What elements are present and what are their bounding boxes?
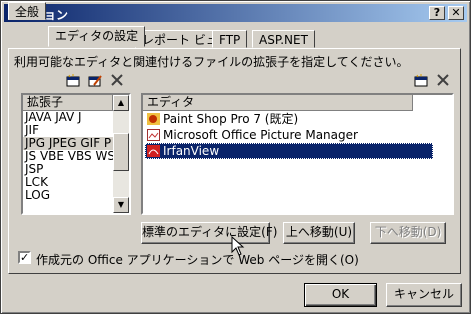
scroll-thumb[interactable] xyxy=(113,133,129,171)
editor-item-picture-manager[interactable]: Microsoft Office Picture Manager xyxy=(145,127,433,143)
description-text: 利用可能なエディタと関連付けるファイルの拡張子を指定してください。 xyxy=(14,55,409,69)
open-web-page-label[interactable]: 作成元の Office アプリケーションで Web ページを開く(O) xyxy=(36,251,359,268)
paint-shop-pro-icon xyxy=(147,113,160,125)
irfanview-icon xyxy=(147,145,160,157)
move-up-button[interactable]: 上へ移動(U) xyxy=(283,222,355,244)
editor-item-irfanview[interactable]: IrfanView xyxy=(145,143,433,159)
tab-editor-settings[interactable]: エディタの設定 xyxy=(48,26,146,47)
open-web-page-checkbox[interactable]: ✓ xyxy=(18,251,31,264)
editor-item-paint-shop-pro[interactable]: Paint Shop Pro 7 (既定) xyxy=(145,111,433,127)
ok-button[interactable]: OK xyxy=(304,283,377,307)
cancel-button[interactable]: キャンセル xyxy=(386,283,462,307)
editor-label: Microsoft Office Picture Manager xyxy=(163,128,358,142)
scroll-up-arrow-icon[interactable]: ▲ xyxy=(113,95,129,111)
delete-editor-icon[interactable] xyxy=(434,72,452,88)
tab-aspnet[interactable]: ASP.NET xyxy=(252,30,315,48)
delete-icon[interactable] xyxy=(108,72,126,88)
extensions-items: JAVA JAV J JIF JPG JPEG GIF P JS VBE VBS… xyxy=(23,111,115,202)
tab-general[interactable]: 全般 xyxy=(8,2,47,20)
new-icon[interactable] xyxy=(64,72,82,88)
tab-ftp[interactable]: FTP xyxy=(212,30,248,48)
list-item[interactable]: LOG xyxy=(23,189,113,202)
move-down-button[interactable]: 下へ移動(D) xyxy=(370,222,446,244)
picture-manager-icon xyxy=(147,129,160,141)
editors-header[interactable]: エディタ xyxy=(143,95,413,111)
extensions-scrollbar[interactable]: ▲ ▼ xyxy=(113,95,129,213)
scroll-down-arrow-icon[interactable]: ▼ xyxy=(113,197,129,213)
extensions-header[interactable]: 拡張子 xyxy=(23,95,113,111)
extensions-list[interactable]: 拡張子 JAVA JAV J JIF JPG JPEG GIF P JS VBE… xyxy=(21,93,131,215)
editor-label: IrfanView xyxy=(163,144,220,158)
title-bar[interactable]: オプション ? ✕ xyxy=(4,4,467,22)
editors-list[interactable]: エディタ Paint Shop Pro 7 (既定) Microsoft Off… xyxy=(141,93,454,215)
new-editor-icon[interactable] xyxy=(412,72,430,88)
help-button[interactable]: ? xyxy=(429,6,445,20)
editor-label: Paint Shop Pro 7 (既定) xyxy=(163,112,299,126)
edit-icon[interactable] xyxy=(86,72,104,88)
set-default-editor-button[interactable]: 標準のエディタに設定(F) xyxy=(141,222,277,244)
close-button[interactable]: ✕ xyxy=(448,6,464,20)
